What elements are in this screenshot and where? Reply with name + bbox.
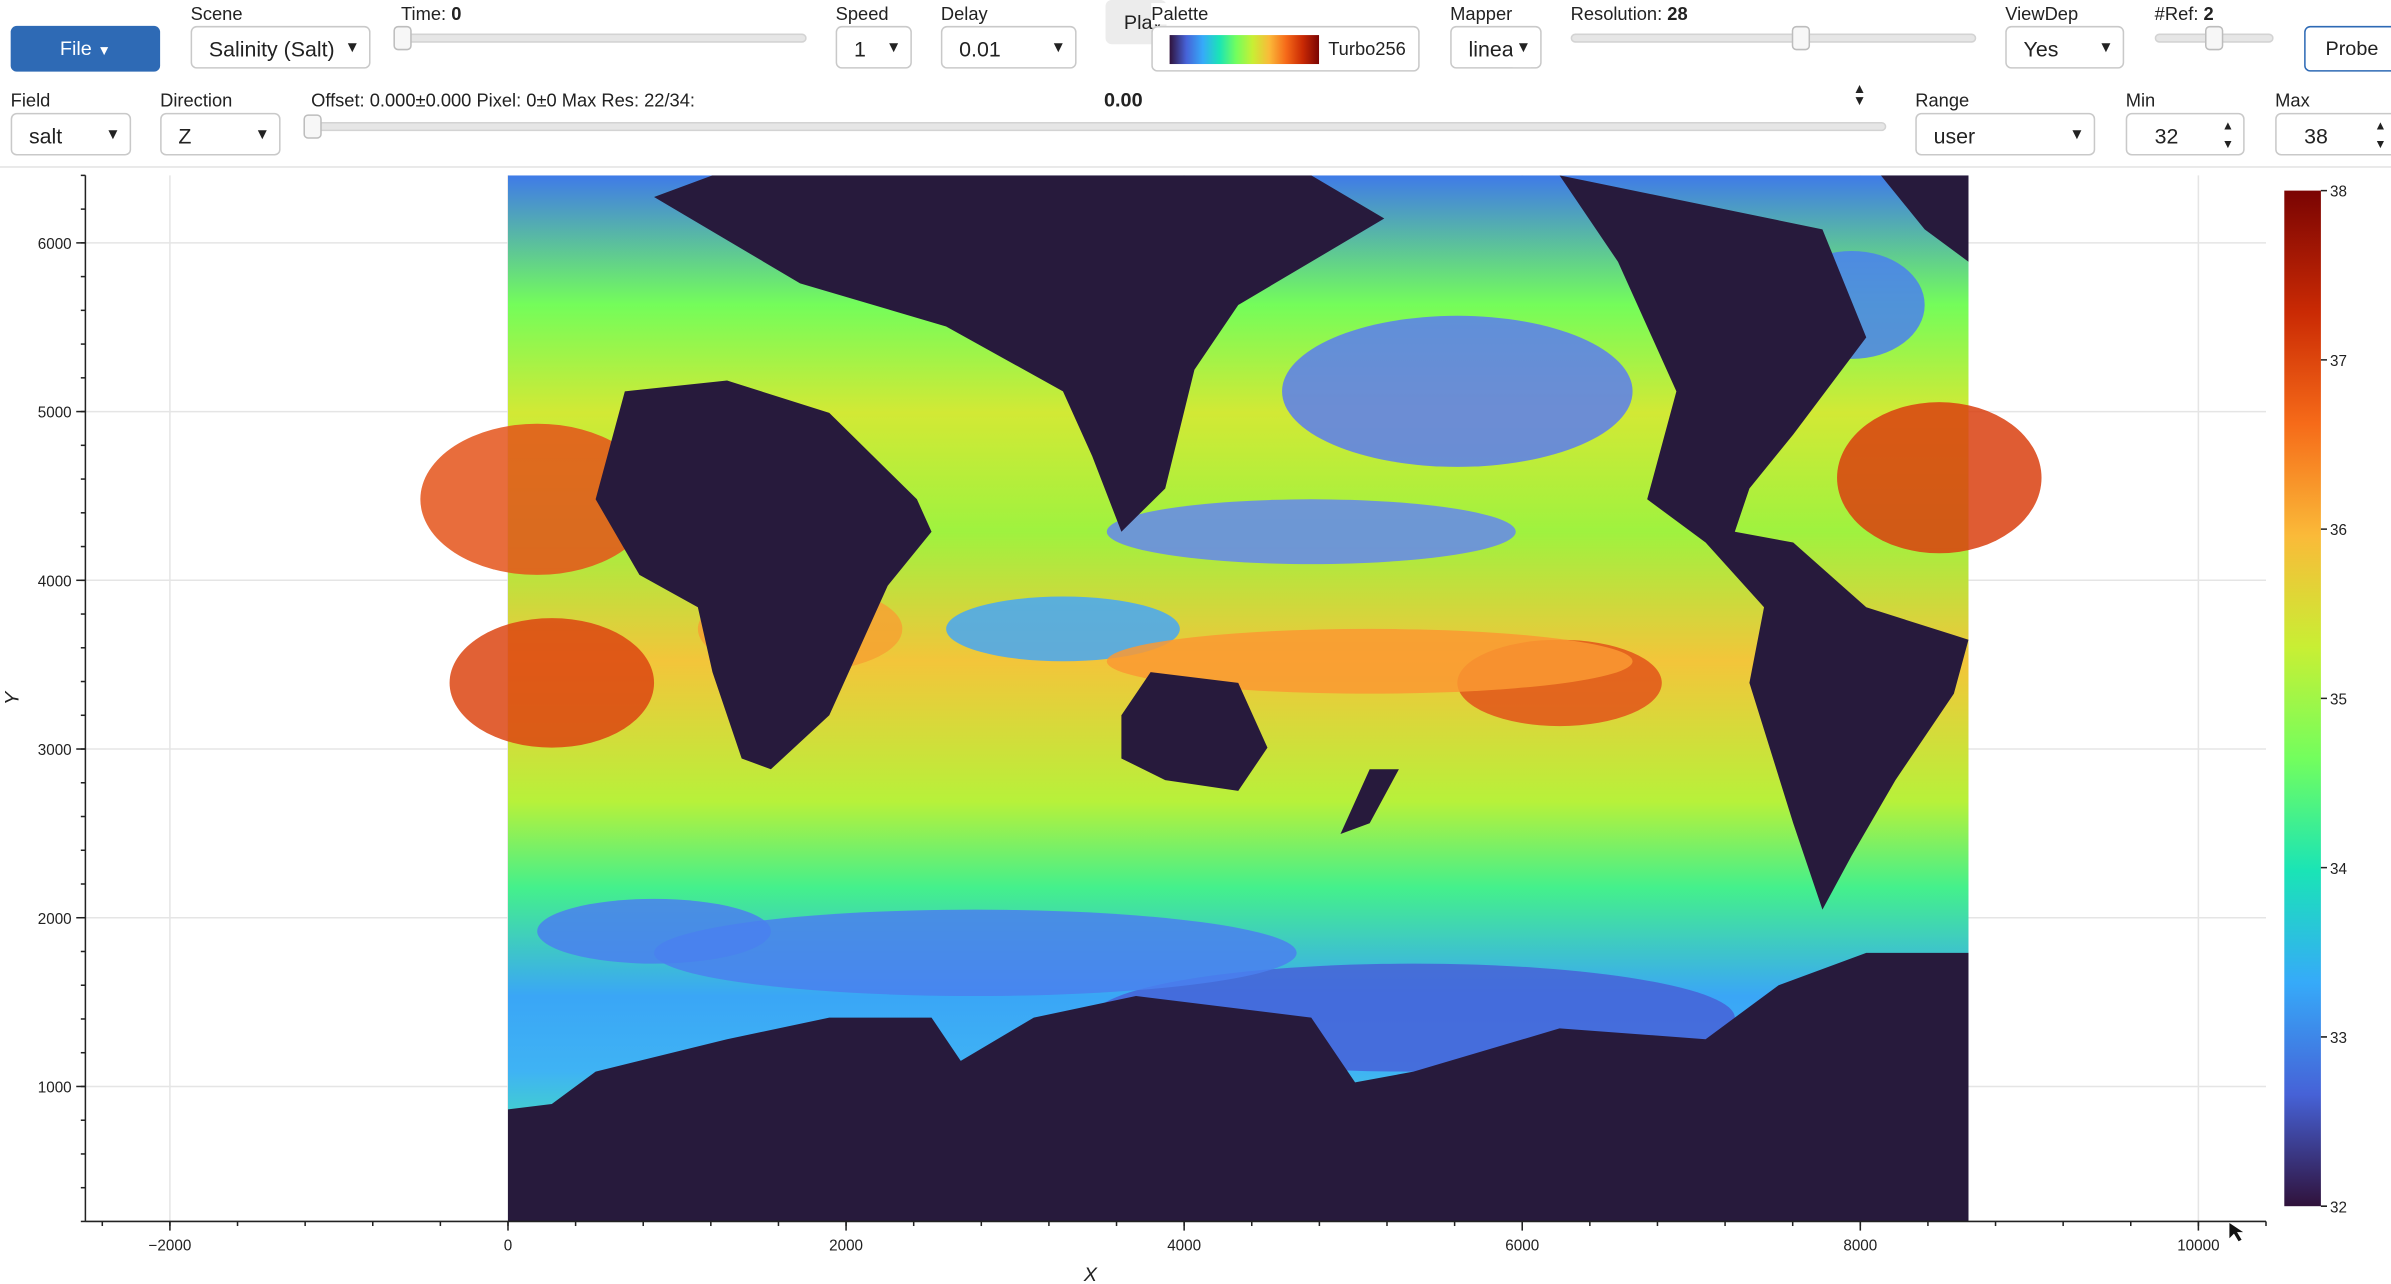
viewdep-value: Yes xyxy=(2023,36,2059,61)
time-slider-handle[interactable] xyxy=(393,25,412,51)
field-value: salt xyxy=(28,123,63,148)
y-tick-label: 4000 xyxy=(38,573,72,590)
max-label: Max xyxy=(2275,89,2310,112)
range-select[interactable]: user ▼ xyxy=(1915,112,2096,156)
time-slider[interactable] xyxy=(393,33,807,43)
x-tick-label: 0 xyxy=(504,1237,512,1254)
speed-select[interactable]: 1 ▼ xyxy=(835,25,912,69)
offset-slider[interactable] xyxy=(303,121,1887,132)
y-tick-label: 5000 xyxy=(38,405,72,422)
x-tick-label: 6000 xyxy=(1505,1237,1539,1254)
caret-down-icon: ▼ xyxy=(1050,39,1066,57)
app-stage: File ▼ Scene Salinity (Salt) ▼ Time: 0 Sp… xyxy=(0,0,2391,1284)
spin-down-icon[interactable]: ▼ xyxy=(2374,137,2386,151)
x-tick-label: 4000 xyxy=(1167,1237,1201,1254)
salinity-region xyxy=(1837,402,2042,554)
caret-down-icon: ▼ xyxy=(105,126,121,144)
viewdep-select[interactable]: Yes ▼ xyxy=(2005,25,2125,69)
colorbar: 32 33 34 35 36 37 38 xyxy=(2284,184,2348,1216)
y-tick-label: 3000 xyxy=(38,742,72,759)
min-label: Min xyxy=(2125,89,2156,112)
speed-label: Speed xyxy=(835,3,889,25)
time-label: Time: 0 xyxy=(401,3,462,25)
nref-slider-handle[interactable] xyxy=(2205,25,2224,51)
probe-button[interactable]: Probe xyxy=(2304,25,2391,72)
colorbar-tick-label: 32 xyxy=(2330,1199,2347,1216)
offset-info: Offset: 0.000±0.000 Pixel: 0±0 Max Res: … xyxy=(311,89,695,112)
nref-label: #Ref: 2 xyxy=(2154,3,2214,25)
caret-down-icon: ▼ xyxy=(2098,39,2114,57)
palette-value: Turbo256 xyxy=(1328,38,1406,60)
direction-label: Direction xyxy=(160,89,233,112)
scene-value: Salinity (Salt) xyxy=(208,36,335,61)
caret-down-icon: ▼ xyxy=(886,39,902,57)
salinity-region xyxy=(1106,499,1516,565)
file-button-label: File xyxy=(59,36,92,60)
delay-value: 0.01 xyxy=(959,36,1001,61)
mapper-value: linea xyxy=(1468,36,1514,61)
y-tick-label: 2000 xyxy=(38,911,72,928)
speed-value: 1 xyxy=(853,36,866,61)
spin-down-icon[interactable]: ▼ xyxy=(2222,137,2234,151)
direction-select[interactable]: Z ▼ xyxy=(160,112,281,156)
heatmap-image xyxy=(420,175,2042,1222)
resolution-slider-handle[interactable] xyxy=(1791,25,1811,51)
field-label: Field xyxy=(10,89,51,112)
caret-down-icon: ▼ xyxy=(1512,27,1531,68)
resolution-label: Resolution: 28 xyxy=(1570,3,1688,25)
colorbar-tick-label: 34 xyxy=(2330,861,2347,878)
x-tick-label: −2000 xyxy=(149,1237,192,1254)
mapper-label: Mapper xyxy=(1450,3,1513,25)
palette-label: Palette xyxy=(1151,3,1215,25)
min-value: 32 xyxy=(2154,123,2179,148)
max-value: 38 xyxy=(2304,123,2328,148)
file-menu-button[interactable]: File ▼ xyxy=(10,25,161,72)
min-spinner[interactable]: 32 ▲ ▼ xyxy=(2125,112,2245,156)
colorbar-gradient xyxy=(2284,190,2321,1207)
spin-up-icon[interactable]: ▲ xyxy=(2222,119,2234,133)
salinity-region xyxy=(1282,315,1633,467)
x-tick-label: 2000 xyxy=(829,1237,863,1254)
delay-select[interactable]: 0.01 ▼ xyxy=(940,25,1077,69)
x-tick-label: 10000 xyxy=(2177,1237,2219,1254)
viewdep-label: ViewDep xyxy=(2005,3,2079,25)
field-select[interactable]: salt ▼ xyxy=(10,112,132,156)
mapper-select[interactable]: linea ▼ xyxy=(1450,25,1542,69)
offset-spinner-icon[interactable]: ▲ ▼ xyxy=(1853,82,1867,108)
x-tick-label: 8000 xyxy=(1843,1237,1877,1254)
y-axis-label: Y xyxy=(1,690,23,705)
direction-value: Z xyxy=(178,123,192,148)
palette-select[interactable]: Turbo256 xyxy=(1151,25,1420,72)
caret-down-icon: ▼ xyxy=(254,126,270,144)
spin-up-icon[interactable]: ▲ xyxy=(2374,119,2386,133)
scene-select[interactable]: Salinity (Salt) ▼ xyxy=(190,25,371,69)
colorbar-tick-label: 37 xyxy=(2330,353,2347,370)
colorbar-tick-label: 35 xyxy=(2330,692,2347,709)
colorbar-tick-label: 36 xyxy=(2330,522,2347,539)
y-tick-label: 1000 xyxy=(38,1080,72,1097)
x-axis-label: X xyxy=(1083,1264,1098,1284)
range-label: Range xyxy=(1915,89,1970,112)
resolution-slider[interactable] xyxy=(1570,33,1977,43)
offset-slider-handle[interactable] xyxy=(303,114,322,139)
max-spinner[interactable]: 38 ▲ ▼ xyxy=(2275,112,2391,156)
range-value: user xyxy=(1933,123,1976,148)
cursor-icon xyxy=(2229,1222,2244,1242)
salinity-region xyxy=(449,618,655,748)
delay-label: Delay xyxy=(940,3,988,25)
palette-swatch xyxy=(1169,35,1320,65)
y-tick-label: 6000 xyxy=(38,236,72,253)
colorbar-tick-label: 38 xyxy=(2330,184,2347,201)
offset-value: 0.00 xyxy=(1104,88,1143,112)
salinity-plot[interactable]: −2000 0 2000 4000 6000 8000 10000 1000 2000 3000 4… xyxy=(0,168,2364,1284)
caret-down-icon: ▼ xyxy=(2069,126,2085,144)
scene-label: Scene xyxy=(190,3,243,25)
caret-down-icon: ▼ xyxy=(344,39,360,57)
salinity-region xyxy=(537,898,771,964)
caret-down-icon: ▼ xyxy=(97,42,111,58)
colorbar-tick-label: 33 xyxy=(2330,1030,2347,1047)
